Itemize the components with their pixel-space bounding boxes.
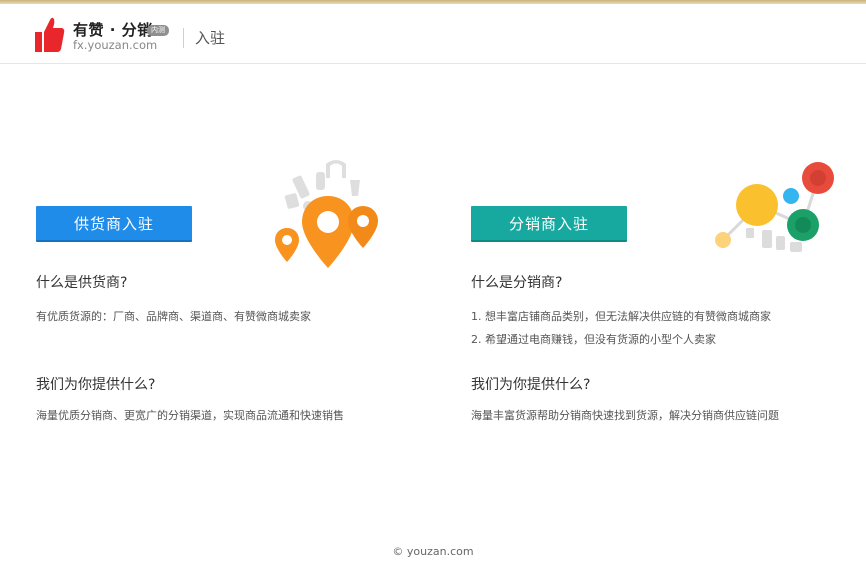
- brand-name[interactable]: 有赞 · 分销: [73, 19, 153, 40]
- distributor-what-item-2: 2. 希望通过电商赚钱，但没有货源的小型个人卖家: [471, 333, 716, 346]
- supplier-offer-text: 海量优质分销商、更宽广的分销渠道，实现商品流通和快速销售: [36, 409, 344, 422]
- distributor-what-heading: 什么是分销商?: [471, 275, 563, 291]
- supplier-offer-heading: 我们为你提供什么?: [36, 377, 156, 393]
- distributor-join-button[interactable]: 分销商入驻: [471, 206, 627, 240]
- supplier-what-text: 有优质货源的：厂商、品牌商、渠道商、有赞微商城卖家: [36, 310, 311, 323]
- header: 有赞 · 分销 内测 fx.youzan.com 入驻: [0, 4, 866, 64]
- thumbs-up-icon[interactable]: [34, 16, 66, 54]
- brand-domain: fx.youzan.com: [73, 38, 158, 52]
- distributor-offer-text: 海量丰富货源帮助分销商快速找到货源，解决分销商供应链问题: [471, 409, 779, 422]
- page-title: 入驻: [195, 29, 226, 47]
- footer-copyright: © youzan.com: [392, 545, 474, 558]
- beta-badge: 内测: [147, 25, 169, 36]
- distributor-what-item-1: 1. 想丰富店铺商品类别，但无法解决供应链的有赞微商城商家: [471, 310, 771, 323]
- supplier-join-button[interactable]: 供货商入驻: [36, 206, 192, 240]
- location-pins-illustration: [275, 160, 378, 268]
- supplier-what-heading: 什么是供货商?: [36, 275, 128, 291]
- header-divider: [183, 28, 184, 48]
- distributor-offer-heading: 我们为你提供什么?: [471, 377, 591, 393]
- network-nodes-illustration: [715, 162, 834, 252]
